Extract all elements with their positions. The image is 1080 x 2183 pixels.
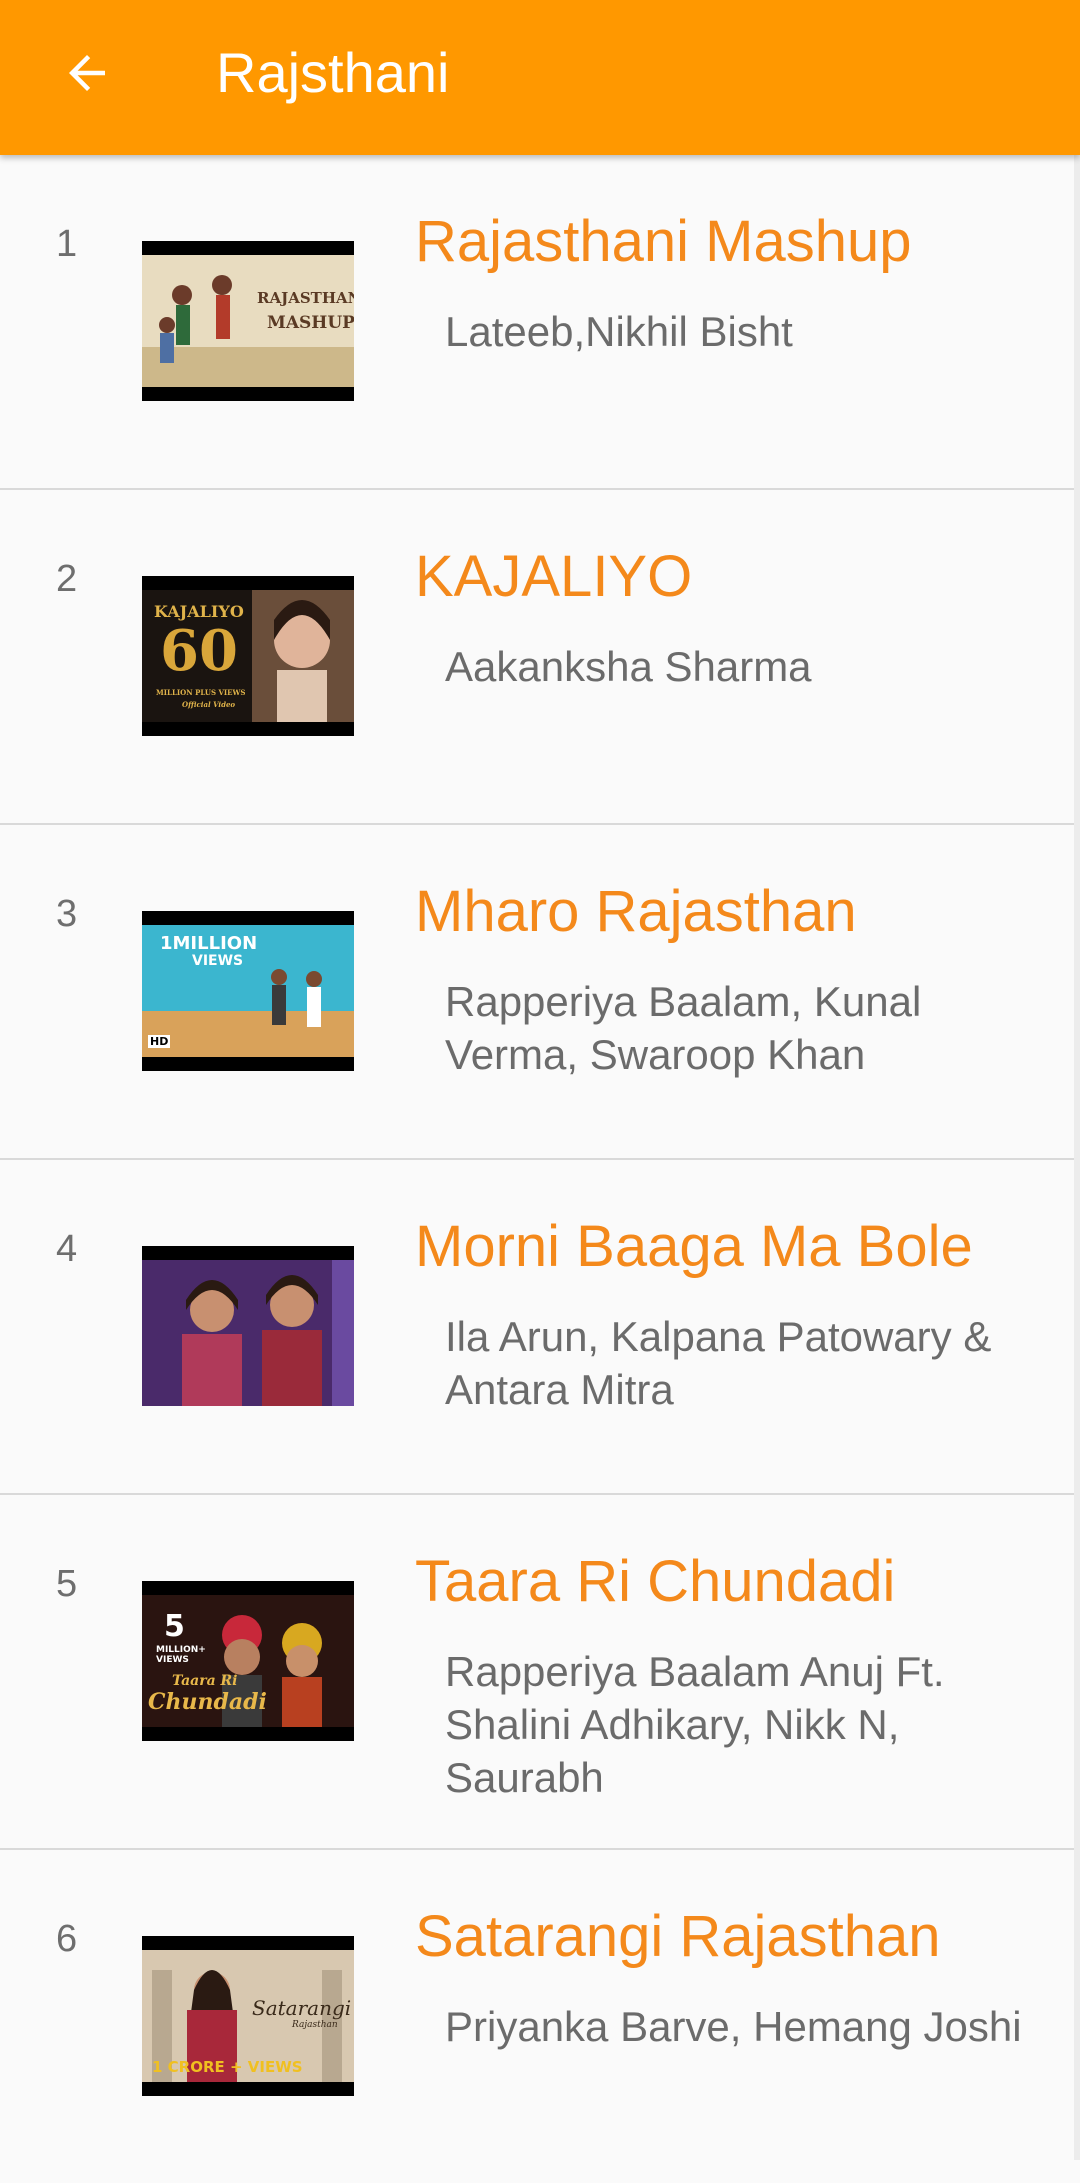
thumbnail-text: HD bbox=[148, 1035, 171, 1048]
thumbnail-text: 60 bbox=[160, 618, 238, 684]
song-title: Morni Baaga Ma Bole bbox=[415, 1214, 973, 1279]
scroll-edge bbox=[1074, 155, 1080, 2160]
thumbnail-text: Taara Ri bbox=[172, 1673, 238, 1689]
song-title: Rajasthani Mashup bbox=[415, 209, 912, 274]
song-row[interactable]: 1 RAJASTHANI MASHUP Rajasthani Mashup La… bbox=[0, 155, 1080, 490]
back-button[interactable] bbox=[52, 38, 122, 108]
thumbnail-text: RAJASTHANI bbox=[257, 289, 354, 307]
song-thumbnail: 1MILLION VIEWS HD bbox=[142, 911, 354, 1071]
song-thumbnail bbox=[142, 1246, 354, 1406]
song-title: Mharo Rajasthan bbox=[415, 879, 857, 944]
song-thumbnail: 5 MILLION+ VIEWS Taara Ri Chundadi bbox=[142, 1581, 354, 1741]
song-artists: Ila Arun, Kalpana Patowary & Antara Mitr… bbox=[445, 1313, 992, 1413]
song-thumbnail: RAJASTHANI MASHUP bbox=[142, 241, 354, 401]
song-artists: Lateeb,Nikhil Bisht bbox=[445, 308, 793, 355]
song-row[interactable]: 3 1MILLION VIEWS HD Mharo Rajasthan Rapp… bbox=[0, 825, 1080, 1160]
song-title: KAJALIYO bbox=[415, 544, 693, 609]
song-index: 2 bbox=[56, 558, 78, 600]
thumbnail-text: Chundadi bbox=[148, 1689, 267, 1715]
song-artists: Rapperiya Baalam, Kunal Verma, Swaroop K… bbox=[445, 978, 922, 1078]
song-index: 5 bbox=[56, 1563, 78, 1605]
song-artists: Aakanksha Sharma bbox=[445, 643, 812, 690]
song-row[interactable]: 4 Morni Baaga Ma Bole Ila Arun, Kalpana … bbox=[0, 1160, 1080, 1495]
thumbnail-text: Satarangi bbox=[252, 1996, 352, 2020]
song-row[interactable]: 6 Satarangi Rajasthan 1 CRORE + VIEWS Sa… bbox=[0, 1850, 1080, 2183]
song-artists: Rapperiya Baalam Anuj Ft. Shalini Adhika… bbox=[445, 1648, 945, 1801]
song-list: 1 RAJASTHANI MASHUP Rajasthani Mashup La… bbox=[0, 155, 1080, 2183]
thumbnail-text: MILLION PLUS VIEWS bbox=[156, 688, 246, 697]
thumbnail-text: Rajasthan bbox=[292, 2020, 338, 2030]
thumbnail-text: VIEWS bbox=[156, 1655, 189, 1665]
song-row[interactable]: 5 5 MILLION+ VIEWS Taara Ri Chundadi Taa… bbox=[0, 1495, 1080, 1850]
song-title: Satarangi Rajasthan bbox=[415, 1904, 941, 1969]
song-thumbnail: KAJALIYO 60 MILLION PLUS VIEWS Official … bbox=[142, 576, 354, 736]
song-row[interactable]: 2 KAJALIYO 60 MILLION PLUS VIEWS Officia… bbox=[0, 490, 1080, 825]
song-thumbnail: Satarangi Rajasthan 1 CRORE + VIEWS bbox=[142, 1936, 354, 2096]
thumbnail-text: 5 bbox=[164, 1609, 185, 1644]
thumbnail-text: MASHUP bbox=[267, 313, 354, 333]
thumbnail-text: 1MILLION bbox=[160, 933, 258, 954]
thumbnail-text: MILLION+ bbox=[156, 1645, 206, 1655]
song-title: Taara Ri Chundadi bbox=[415, 1549, 896, 1614]
arrow-left-icon bbox=[69, 55, 105, 91]
page-title: Rajsthani bbox=[216, 41, 450, 104]
app-bar: Rajsthani bbox=[0, 0, 1080, 155]
thumbnail-text: Official Video bbox=[182, 700, 236, 709]
song-index: 6 bbox=[56, 1918, 78, 1960]
song-artists: Priyanka Barve, Hemang Joshi bbox=[445, 2003, 1022, 2050]
thumbnail-text: VIEWS bbox=[192, 953, 244, 969]
thumbnail-text: 1 CRORE + VIEWS bbox=[152, 2058, 303, 2076]
song-index: 1 bbox=[56, 223, 78, 265]
song-index: 3 bbox=[56, 893, 78, 935]
song-index: 4 bbox=[56, 1228, 78, 1270]
